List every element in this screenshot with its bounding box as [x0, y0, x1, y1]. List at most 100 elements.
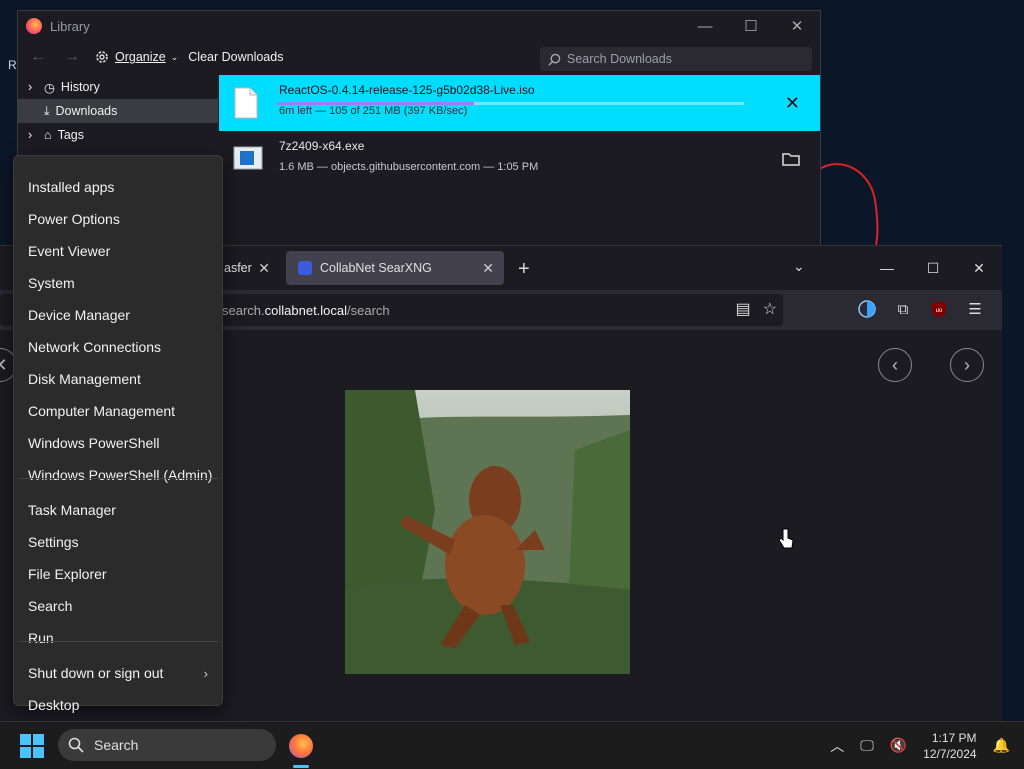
list-all-tabs-icon[interactable]: ⌄	[793, 258, 805, 275]
file-icon	[234, 87, 258, 119]
taskbar: Search ︿ 🖵 🔇 1:17 PM 12/7/2024 🔔	[0, 721, 1024, 769]
chevron-up-icon[interactable]: ︿	[830, 736, 844, 756]
search-downloads-input[interactable]: Search Downloads	[540, 47, 812, 71]
close-tab-icon[interactable]: ✕	[482, 260, 494, 277]
menu-item-file-explorer[interactable]: File Explorer	[14, 559, 222, 589]
previous-image-button[interactable]: ‹	[878, 348, 912, 382]
menu-item-label: Device Manager	[28, 307, 130, 323]
menu-separator	[18, 641, 218, 642]
search-icon	[548, 53, 561, 66]
history-icon: ◷	[44, 80, 55, 95]
menu-separator	[18, 478, 218, 479]
chevron-right-icon: ›	[28, 80, 33, 94]
search-icon	[68, 737, 84, 753]
menu-item-search[interactable]: Search	[14, 591, 222, 621]
hand-cursor-icon	[778, 528, 794, 549]
taskbar-search[interactable]: Search	[58, 729, 276, 761]
sidebar-item-history[interactable]: › ◷ History	[18, 75, 218, 99]
svg-text:uo: uo	[936, 308, 943, 314]
next-image-button[interactable]: ›	[950, 348, 984, 382]
menu-item-network-connections[interactable]: Network Connections	[14, 332, 222, 362]
volume-muted-icon[interactable]: 🔇	[890, 737, 907, 754]
new-tab-button[interactable]: +	[518, 258, 530, 281]
menu-item-label: System	[28, 275, 75, 291]
menu-item-power-options[interactable]: Power Options	[14, 204, 222, 234]
reader-view-icon[interactable]: ▤	[736, 299, 751, 319]
menu-item-installed-apps[interactable]: Installed apps	[14, 172, 222, 202]
menu-item-windows-powershell-admin[interactable]: Windows PowerShell (Admin)	[14, 460, 222, 490]
menu-item-label: File Explorer	[28, 566, 107, 582]
maximize-button[interactable]: ☐	[728, 11, 774, 41]
network-icon[interactable]: 🖵	[860, 737, 874, 754]
menu-item-disk-management[interactable]: Disk Management	[14, 364, 222, 394]
organize-label: Organize	[115, 50, 166, 64]
menu-item-label: Desktop	[28, 697, 80, 713]
desktop-fragment-r: R	[8, 58, 17, 72]
winx-context-menu: Installed apps Power Options Event Viewer S…	[13, 155, 223, 713]
menu-item-run[interactable]: Run	[14, 623, 222, 653]
menu-item-label: Shut down or sign out	[28, 665, 164, 681]
installer-icon	[233, 146, 263, 170]
sidebar-item-label: History	[60, 80, 100, 94]
clear-downloads-button[interactable]: Clear Downloads	[188, 50, 283, 64]
download-status: 1.6 MB — objects.githubusercontent.com —…	[279, 161, 539, 173]
menu-item-label: Run	[28, 630, 54, 646]
menu-item-desktop[interactable]: Desktop	[14, 690, 222, 720]
toolbar-icons: ⧉ uo ☰	[856, 298, 986, 320]
minimize-button[interactable]: —	[864, 246, 910, 290]
sidebar-item-label: Tags	[57, 128, 84, 142]
download-filename: 7z2409-x64.exe	[279, 139, 365, 153]
download-progress-fill	[278, 102, 474, 105]
browser-window-controls: — ☐ ✕	[864, 246, 1002, 290]
download-item[interactable]: 7z2409-x64.exe 1.6 MB — objects.githubus…	[219, 131, 820, 187]
menu-item-system[interactable]: System	[14, 268, 222, 298]
url-text: search.collabnet.local/search	[222, 302, 390, 318]
clock[interactable]: 1:17 PM 12/7/2024	[923, 730, 976, 762]
menu-item-event-viewer[interactable]: Event Viewer	[14, 236, 222, 266]
cancel-icon[interactable]: ✕	[785, 93, 800, 114]
minimize-button[interactable]: —	[682, 11, 728, 41]
menu-item-computer-management[interactable]: Computer Management	[14, 396, 222, 426]
menu-item-label: Event Viewer	[28, 243, 111, 259]
ublock-origin-icon[interactable]: uo	[928, 298, 950, 320]
start-button[interactable]	[20, 734, 44, 758]
download-item[interactable]: ReactOS-0.4.14-release-125-g5b02d38-Live…	[219, 75, 820, 131]
folder-icon[interactable]	[782, 151, 800, 167]
downloads-list: ReactOS-0.4.14-release-125-g5b02d38-Live…	[219, 75, 820, 249]
gear-icon	[96, 51, 108, 63]
menu-item-label: Windows PowerShell	[28, 435, 160, 451]
close-tab-icon[interactable]: ✕	[258, 260, 270, 277]
orangutan-image	[345, 390, 630, 674]
menu-item-shut-down-or-sign-out[interactable]: Shut down or sign out ›	[14, 658, 222, 688]
menu-item-settings[interactable]: Settings	[14, 527, 222, 557]
menu-item-task-manager[interactable]: Task Manager	[14, 495, 222, 525]
back-arrow-icon[interactable]: ←	[26, 48, 50, 66]
menu-item-label: Settings	[28, 534, 79, 550]
notifications-bell-icon[interactable]: 🔔	[993, 737, 1010, 754]
organize-button[interactable]: Organize ⌄	[94, 49, 178, 65]
taskbar-search-label: Search	[94, 737, 139, 753]
searxng-favicon-icon	[298, 261, 312, 275]
menu-item-windows-powershell[interactable]: Windows PowerShell	[14, 428, 222, 458]
close-button[interactable]: ✕	[956, 246, 1002, 290]
search-downloads-placeholder: Search Downloads	[567, 52, 672, 66]
tab-active[interactable]: CollabNet SearXNG ✕	[286, 251, 504, 285]
sidebar-item-tags[interactable]: › ⌂ Tags	[18, 123, 218, 147]
menu-item-label: Network Connections	[28, 339, 162, 355]
forward-arrow-icon[interactable]: →	[60, 48, 84, 66]
maximize-button[interactable]: ☐	[910, 246, 956, 290]
chevron-right-icon: ›	[203, 665, 208, 681]
extensions-puzzle-icon[interactable]: ⧉	[892, 298, 914, 320]
menu-item-device-manager[interactable]: Device Manager	[14, 300, 222, 330]
close-button[interactable]: ✕	[774, 11, 820, 41]
firefox-taskbar-icon[interactable]	[289, 734, 313, 758]
hamburger-menu-icon[interactable]: ☰	[964, 298, 986, 320]
tab-label: asfer	[224, 261, 252, 275]
container-icon[interactable]	[856, 298, 878, 320]
download-icon: ⤓	[44, 103, 50, 118]
download-status: 6m left — 105 of 251 MB (397 KB/sec)	[279, 105, 468, 117]
sidebar-item-downloads[interactable]: ⤓ Downloads	[18, 99, 218, 123]
clock-date: 12/7/2024	[923, 746, 977, 761]
bookmark-star-icon[interactable]: ☆	[763, 299, 777, 319]
chevron-right-icon: ›	[28, 128, 33, 142]
